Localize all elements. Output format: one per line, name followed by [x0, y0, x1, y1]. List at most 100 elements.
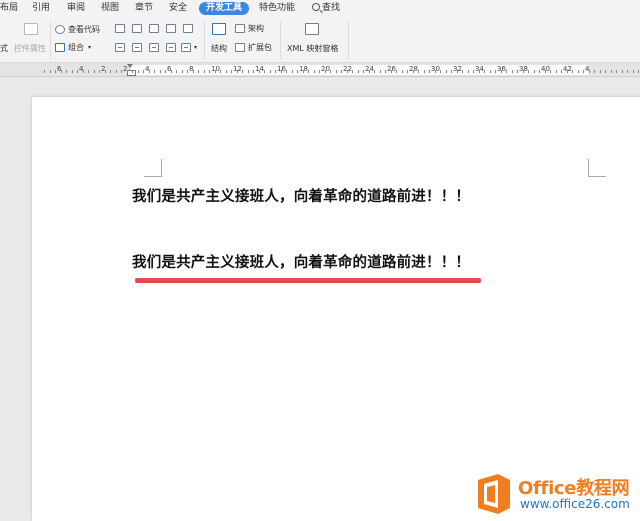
ribbon-separator: [280, 21, 281, 59]
ruler-tick: [314, 70, 315, 73]
search-icon: [312, 3, 320, 11]
ruler-tick: [407, 70, 408, 73]
ruler-tick: [561, 70, 562, 73]
structure-button[interactable]: 结构: [211, 44, 227, 54]
architecture-icon: [235, 24, 245, 33]
ruler-tick: [231, 70, 232, 73]
ruler-tick: [281, 70, 282, 73]
ruler-tick: [479, 70, 480, 73]
combine-dropdown-icon[interactable]: ▾: [88, 43, 91, 53]
document-page[interactable]: 我们是共产主义接班人，向着革命的道路前进！！！ 我们是共产主义接班人，向着革命的…: [32, 97, 640, 521]
ruler-tick: [402, 70, 403, 73]
legacy-tools-dropdown-icon[interactable]: ▾: [194, 43, 197, 53]
ruler-tick: [418, 70, 419, 73]
office-logo-icon: [478, 474, 510, 514]
search-button[interactable]: 查找: [312, 2, 340, 15]
tab-section[interactable]: 章节: [135, 2, 153, 15]
ruler-tick: [187, 70, 188, 73]
ruler-tick: [495, 70, 496, 73]
tab-layout[interactable]: 布局: [0, 2, 18, 15]
ruler-tick: [374, 70, 375, 73]
ribbon-separator: [348, 21, 349, 59]
view-code-icon: [55, 25, 65, 34]
ruler-tick: [72, 70, 73, 73]
ruler-tick: [506, 70, 507, 73]
menu-bar: 布局 引用 审阅 视图 章节 安全 开发工具 特色功能 查找: [0, 0, 640, 17]
ruler-tick: [517, 70, 518, 73]
ruler-tick: [165, 70, 166, 73]
ruler-tick: [534, 70, 535, 73]
structure-icon: [212, 23, 226, 35]
ruler-tick: [424, 70, 425, 73]
ruler-tick: [297, 70, 298, 73]
ruler-tick: [44, 70, 45, 73]
ruler-tick: [413, 70, 414, 73]
picture-control-icon[interactable]: [149, 24, 159, 33]
ruler-tick: [176, 70, 177, 73]
ruler-tick: [270, 70, 271, 73]
ruler-tick: [105, 70, 106, 73]
checkbox-control-icon[interactable]: [183, 24, 193, 33]
control-properties-button[interactable]: 控件属性: [14, 44, 46, 54]
ruler-tick: [600, 70, 601, 73]
ruler-tick: [121, 70, 122, 73]
corner-mark-top-left: [144, 159, 162, 177]
ruler-tick: [616, 70, 617, 73]
tab-review[interactable]: 审阅: [67, 2, 85, 15]
ruler-tick: [55, 70, 56, 73]
ruler-tick: [209, 70, 210, 73]
ruler-tick: [545, 70, 546, 73]
ruler-tick: [154, 70, 155, 73]
ruler-tick: [286, 70, 287, 73]
ruler-tick: [556, 70, 557, 73]
tab-security[interactable]: 安全: [169, 2, 187, 15]
architecture-button[interactable]: 架构: [248, 24, 264, 34]
ruler-tick: [523, 70, 524, 73]
design-mode-icon[interactable]: [24, 23, 38, 35]
repeating-section-control-icon[interactable]: [166, 43, 176, 52]
ruler-tick: [160, 70, 161, 73]
document-paragraph-2[interactable]: 我们是共产主义接班人，向着革命的道路前进！！！: [132, 251, 470, 272]
ruler-tick: [572, 70, 573, 73]
rich-text-control-icon[interactable]: [132, 24, 142, 33]
expansion-pack-icon: [235, 43, 245, 52]
building-block-control-icon[interactable]: [166, 24, 176, 33]
xml-mapping-pane-button[interactable]: XML 映射窗格: [287, 44, 338, 54]
ruler-tick: [275, 70, 276, 73]
ruler-tick: [182, 70, 183, 73]
view-code-button[interactable]: 查看代码: [68, 25, 100, 35]
tab-developer-tools[interactable]: 开发工具: [199, 2, 250, 15]
ruler-tick: [473, 70, 474, 73]
text-control-icon[interactable]: [115, 24, 125, 33]
xml-mapping-icon: [305, 23, 319, 35]
tab-special-features[interactable]: 特色功能: [259, 2, 295, 15]
document-paragraph-1[interactable]: 我们是共产主义接班人，向着革命的道路前进！！！: [132, 185, 470, 206]
legacy-tools-icon[interactable]: [181, 43, 191, 52]
dropdown-list-control-icon[interactable]: [132, 43, 142, 52]
ruler-tick: [253, 70, 254, 73]
ribbon-separator: [204, 21, 205, 59]
ruler-tick: [611, 70, 612, 73]
ruler-tick: [94, 70, 95, 73]
ruler-tick: [77, 70, 78, 73]
ruler-tick: [99, 70, 100, 73]
ruler-tick: [292, 70, 293, 73]
tab-references[interactable]: 引用: [32, 2, 50, 15]
tab-view[interactable]: 视图: [101, 2, 119, 15]
ruler-tick: [149, 70, 150, 73]
ruler-tick: [204, 70, 205, 73]
combo-box-control-icon[interactable]: [115, 43, 125, 52]
ruler-tick: [248, 70, 249, 73]
date-picker-control-icon[interactable]: [149, 43, 159, 52]
corner-mark-top-right: [588, 159, 606, 177]
ruler-tick: [215, 70, 216, 73]
expansion-pack-button[interactable]: 扩展包: [248, 43, 272, 53]
horizontal-ruler[interactable]: 6 4 2 2 4 6 8 10 12 14 16 18 20 22 24 26 28 30 32 34 36 38 40 4…: [0, 63, 640, 77]
ruler-tick: [583, 70, 584, 73]
combine-button[interactable]: 组合: [68, 43, 84, 53]
brand-url: www.office26.com: [520, 497, 630, 511]
ruler-tick: [638, 70, 639, 73]
ruler-tick: [83, 70, 84, 73]
ruler-tick: [336, 70, 337, 73]
ribbon-separator: [50, 21, 51, 59]
